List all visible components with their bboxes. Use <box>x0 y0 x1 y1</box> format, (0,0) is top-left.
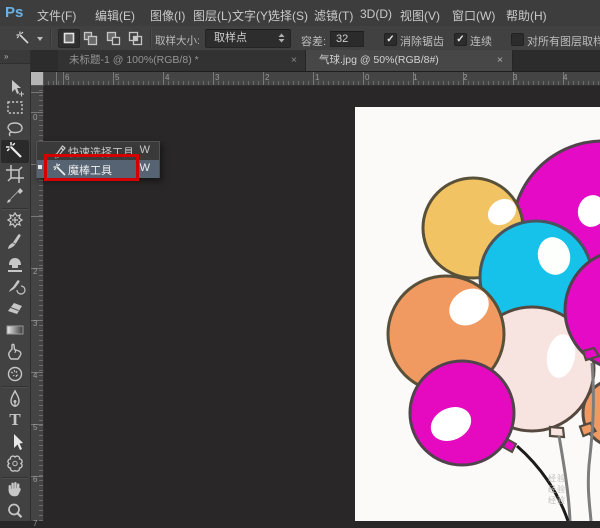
svg-text:T: T <box>9 410 21 429</box>
